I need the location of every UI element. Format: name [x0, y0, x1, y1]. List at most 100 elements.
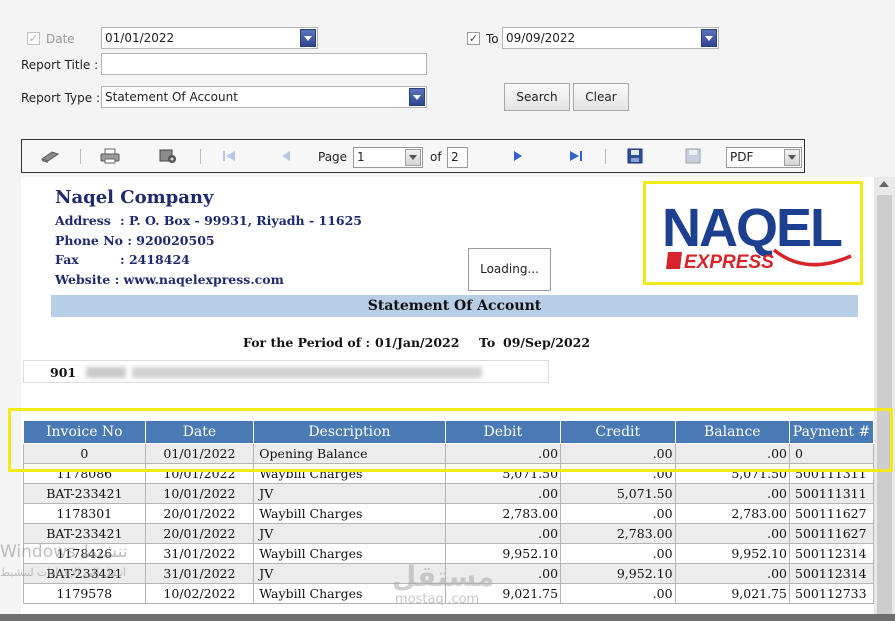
address-label: Address	[55, 213, 111, 228]
balance-cell: .00	[674, 523, 791, 544]
report-viewer-toolbar: Page 1 of 2 PDF	[21, 139, 805, 173]
print-icon[interactable]	[100, 148, 120, 164]
balance-cell: .00	[674, 443, 791, 464]
description-cell: Waybill Charges	[253, 503, 446, 524]
website-label: Website	[55, 272, 111, 287]
table-row: BAT-233421 10/01/2022 JV .00 5,071.50 .0…	[23, 483, 874, 504]
credit-cell: 5,071.50	[560, 483, 676, 504]
date-label: Date	[46, 32, 75, 46]
date-checkbox[interactable]: ✓	[27, 32, 40, 45]
company-address: Address: P. O. Box - 99931, Riyadh - 116…	[55, 213, 362, 228]
column-header: Balance	[674, 420, 791, 444]
date-cell: 31/01/2022	[144, 543, 255, 564]
page-number-select[interactable]: 1	[353, 147, 423, 168]
search-button[interactable]: Search	[504, 83, 570, 111]
scroll-thumb[interactable]	[877, 195, 892, 615]
date-cell: 20/01/2022	[144, 523, 255, 544]
chevron-down-icon[interactable]	[409, 88, 425, 106]
date-cell: 31/01/2022	[144, 563, 255, 584]
export-icon[interactable]	[683, 148, 703, 164]
website-value: : www.naqelexpress.com	[114, 272, 284, 287]
phone-value: : 920020505	[127, 233, 215, 248]
company-phone: Phone No : 920020505	[55, 233, 215, 248]
balance-cell: .00	[674, 563, 791, 584]
period-to: 09/Sep/2022	[503, 335, 591, 350]
company-name: Naqel Company	[55, 187, 214, 208]
chevron-down-icon[interactable]	[405, 149, 421, 166]
column-header: Date	[144, 420, 255, 444]
column-header: Payment #	[789, 420, 874, 444]
invoice-no-cell: BAT-233421	[23, 483, 146, 504]
description-cell: Waybill Charges	[253, 463, 446, 484]
total-pages: 2	[447, 147, 468, 168]
mostaql-watermark-url: mostaql.com	[395, 592, 480, 607]
prev-page-icon[interactable]	[276, 148, 296, 164]
column-header: Credit	[560, 420, 676, 444]
page-label: Page	[318, 150, 348, 164]
table-row: 1178086 10/01/2022 Waybill Charges 5,071…	[23, 463, 874, 484]
export-format-select[interactable]: PDF	[726, 147, 802, 168]
logo-sub-text: EXPRESS	[684, 252, 774, 273]
date-from-select[interactable]: 01/01/2022	[101, 27, 318, 49]
balance-cell: 9,021.75	[674, 583, 791, 604]
invoice-no-cell: BAT-233421	[23, 523, 146, 544]
logo-main-text: NAQEL	[662, 198, 842, 258]
payment-cell: 0	[789, 443, 874, 464]
payment-cell: 500112733	[789, 583, 874, 604]
refresh-icon[interactable]	[40, 148, 60, 164]
date-to-value: 09/09/2022	[506, 31, 576, 45]
balance-cell: 5,071.50	[674, 463, 791, 484]
save-icon[interactable]	[625, 148, 645, 164]
column-header: Invoice No	[23, 420, 146, 444]
description-cell: JV	[253, 523, 446, 544]
report-page: Naqel Company Address: P. O. Box - 99931…	[21, 177, 874, 621]
clear-button[interactable]: Clear	[573, 83, 629, 111]
to-date-checkbox[interactable]: ✓	[467, 32, 480, 45]
mostaql-watermark: مستقل	[392, 560, 495, 593]
report-type-value: Statement Of Account	[105, 90, 238, 104]
to-label: To	[486, 32, 499, 46]
fax-label: Fax	[55, 252, 79, 267]
credit-cell: 2,783.00	[560, 523, 676, 544]
last-page-icon[interactable]	[566, 148, 586, 164]
date-cell: 01/01/2022	[144, 443, 255, 464]
report-filter-form: ✓ Date 01/01/2022 ✓ To 09/09/2022 Report…	[0, 0, 895, 135]
payment-cell: 500111627	[789, 503, 874, 524]
date-cell: 20/01/2022	[144, 503, 255, 524]
credit-cell: .00	[560, 583, 676, 604]
phone-label: Phone No	[55, 233, 123, 248]
balance-cell: .00	[674, 483, 791, 504]
print-setup-icon[interactable]	[158, 148, 178, 164]
next-page-icon[interactable]	[508, 148, 528, 164]
invoice-no-cell: 1178301	[23, 503, 146, 524]
credit-cell: .00	[560, 443, 676, 464]
payment-cell: 500112314	[789, 563, 874, 584]
company-website: Website : www.naqelexpress.com	[55, 272, 284, 287]
date-to-select[interactable]: 09/09/2022	[502, 27, 719, 49]
account-info: 901	[23, 360, 549, 383]
payment-cell: 500111627	[789, 523, 874, 544]
first-page-icon[interactable]	[219, 148, 239, 164]
chevron-down-icon[interactable]	[784, 149, 800, 166]
chevron-down-icon[interactable]	[300, 29, 316, 47]
period-label: For the Period of :	[243, 335, 371, 350]
fax-value: : 2418424	[120, 252, 190, 267]
payment-cell: 500111311	[789, 483, 874, 504]
account-number: 901	[50, 365, 77, 380]
report-scrollbar[interactable]	[874, 177, 895, 621]
chevron-down-icon[interactable]	[701, 29, 717, 47]
table-row: 1178301 20/01/2022 Waybill Charges 2,783…	[23, 503, 874, 524]
period-to-label: To	[479, 335, 496, 350]
company-fax: Fax : 2418424	[55, 252, 190, 267]
table-row: BAT-233421 20/01/2022 JV .00 2,783.00 .0…	[23, 523, 874, 544]
credit-cell: .00	[560, 463, 676, 484]
scroll-up-icon[interactable]	[879, 181, 889, 187]
credit-cell: .00	[560, 503, 676, 524]
report-type-select[interactable]: Statement Of Account	[101, 86, 427, 108]
page-number-value: 1	[357, 150, 365, 164]
company-logo: NAQEL EXPRESS	[643, 181, 863, 285]
loading-indicator: Loading...	[468, 248, 551, 291]
report-title-input[interactable]	[101, 53, 427, 75]
credit-cell: 9,952.10	[560, 563, 676, 584]
toolbar-separator	[80, 149, 81, 164]
